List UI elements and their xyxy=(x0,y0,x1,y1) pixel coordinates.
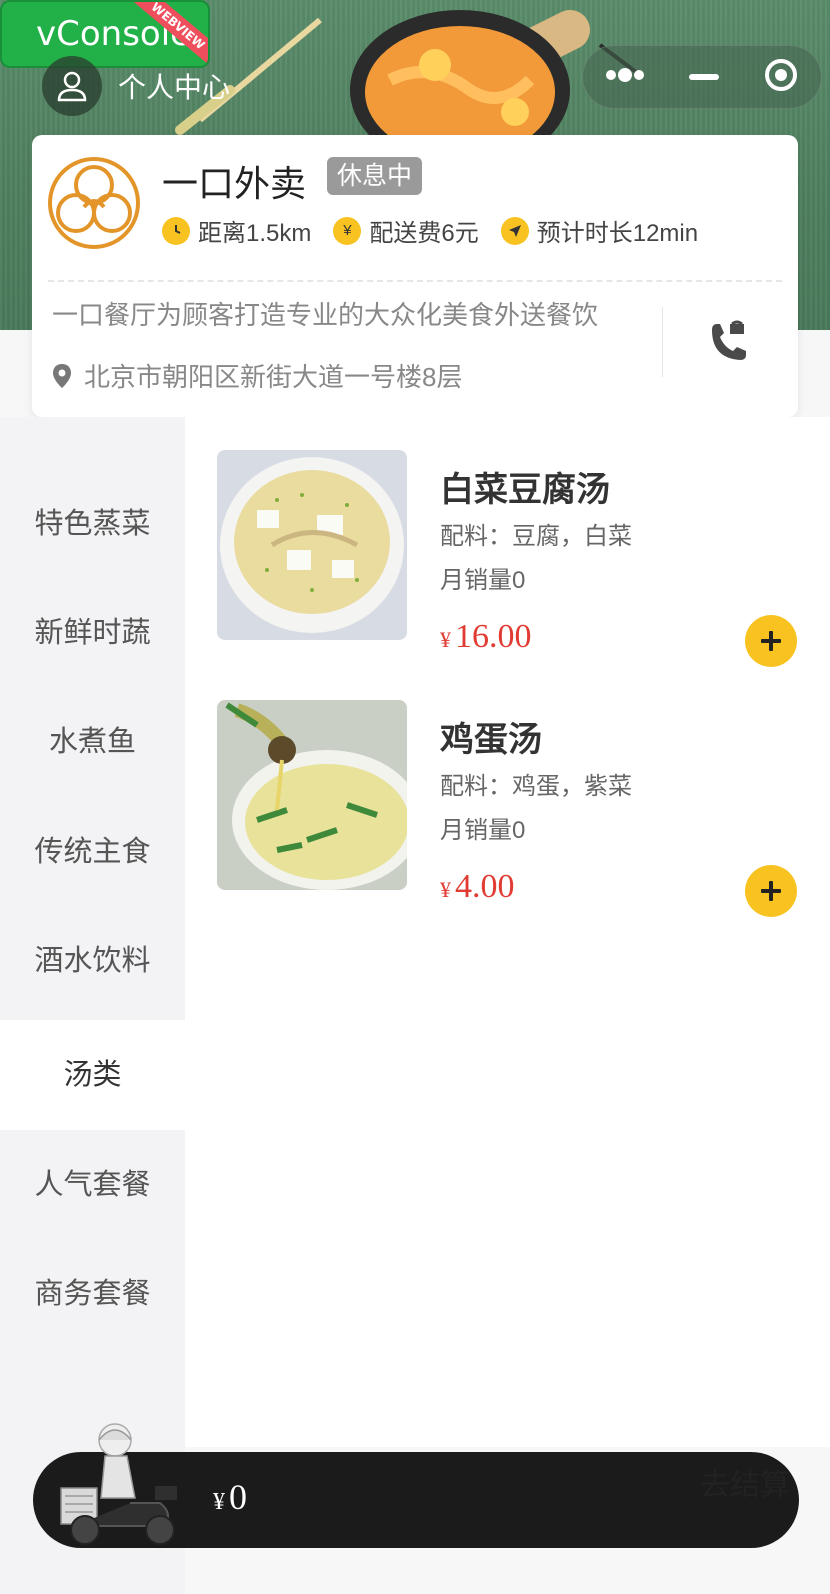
category-item-active[interactable]: 汤类 xyxy=(0,1020,185,1130)
add-to-cart-button[interactable] xyxy=(745,865,797,917)
close-target-icon[interactable] xyxy=(763,57,799,98)
price-value: 16.00 xyxy=(455,618,532,655)
dish-name: 白菜豆腐汤 xyxy=(440,471,610,509)
status-badge: 休息中 xyxy=(327,157,423,195)
category-item[interactable]: 人气套餐 xyxy=(0,1130,185,1240)
eta-info: 预计时长12min xyxy=(500,213,699,248)
profile-label: 个人中心 xyxy=(118,72,231,103)
plus-icon xyxy=(761,631,781,651)
add-to-cart-button[interactable] xyxy=(745,615,797,667)
user-icon xyxy=(42,56,102,116)
checkout-button[interactable]: 去结算 xyxy=(700,1460,790,1504)
delivery-courier-illustration xyxy=(60,1423,177,1545)
dish-image[interactable] xyxy=(217,700,407,890)
navigation-icon xyxy=(500,216,529,245)
shop-name: 一口外卖 xyxy=(162,163,307,204)
phone-icon[interactable] xyxy=(687,307,767,377)
cart-total: ¥0 xyxy=(213,1476,247,1518)
price-value: 4.00 xyxy=(455,868,515,905)
dish-price: ¥16.00 xyxy=(440,618,532,656)
plus-icon xyxy=(761,881,781,901)
category-item[interactable]: 传统主食 xyxy=(0,797,185,907)
delivery-fee-info: ¥ 配送费6元 xyxy=(333,213,479,248)
cart-total-value: 0 xyxy=(229,1477,247,1517)
currency-symbol: ¥ xyxy=(440,877,451,902)
miniprogram-capsule xyxy=(582,45,822,109)
clock-icon xyxy=(162,216,190,245)
dish-list: 白菜豆腐汤 配料：豆腐，白菜 月销量0 ¥16.00 鸡蛋汤 配料：鸡蛋，紫菜 … xyxy=(185,417,830,1447)
yen-icon: ¥ xyxy=(333,216,362,245)
profile-link[interactable]: 个人中心 xyxy=(42,56,230,116)
category-item[interactable]: 商务套餐 xyxy=(0,1239,185,1349)
eta-text: 预计时长12min xyxy=(536,220,699,247)
dish-image[interactable] xyxy=(217,450,407,640)
shop-logo xyxy=(48,157,140,249)
category-item[interactable]: 酒水饮料 xyxy=(0,906,185,1016)
distance-text: 距离1.5km xyxy=(198,220,312,247)
currency-symbol: ¥ xyxy=(440,627,451,652)
vertical-divider xyxy=(662,307,663,377)
shop-info-card: 一口外卖 休息中 距离1.5km ¥ 配送费6元 预计时长12min 一口餐厅为… xyxy=(32,135,798,417)
shop-meta-row: 距离1.5km ¥ 配送费6元 预计时长12min xyxy=(162,213,720,248)
dish-item: 白菜豆腐汤 配料：豆腐，白菜 月销量0 ¥16.00 xyxy=(185,450,830,667)
category-item[interactable]: 特色蒸菜 xyxy=(0,469,185,579)
shop-address-text: 北京市朝阳区新街大道一号楼8层 xyxy=(84,362,463,392)
dish-price: ¥4.00 xyxy=(440,868,515,906)
currency-symbol: ¥ xyxy=(213,1489,225,1515)
dish-item: 鸡蛋汤 配料：鸡蛋，紫菜 月销量0 ¥4.00 xyxy=(185,700,830,917)
dish-ingredients: 配料：鸡蛋，紫菜 xyxy=(440,773,632,800)
dish-sales: 月销量0 xyxy=(440,567,526,594)
category-item[interactable]: 水煮鱼 xyxy=(0,687,185,797)
distance-info: 距离1.5km xyxy=(162,213,311,248)
shop-description: 一口餐厅为顾客打造专业的大众化美食外送餐饮 xyxy=(52,300,599,330)
category-item[interactable]: 新鲜时蔬 xyxy=(0,578,185,688)
dashed-divider xyxy=(48,280,782,282)
dish-sales: 月销量0 xyxy=(440,817,526,844)
delivery-fee-text: 配送费6元 xyxy=(369,220,479,247)
shop-address: 北京市朝阳区新街大道一号楼8层 xyxy=(52,357,462,394)
dish-name: 鸡蛋汤 xyxy=(440,721,542,759)
dish-ingredients: 配料：豆腐，白菜 xyxy=(440,523,632,550)
more-dots-icon[interactable] xyxy=(605,67,645,88)
location-pin-icon xyxy=(52,363,72,389)
minimize-icon[interactable] xyxy=(689,68,719,86)
